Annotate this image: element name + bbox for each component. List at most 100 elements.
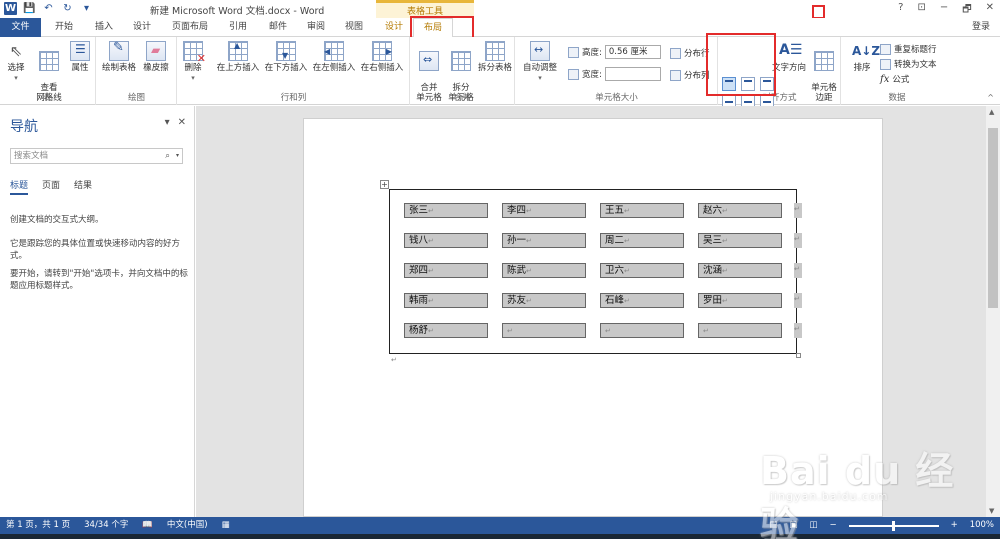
cell-end-mark: ↵ <box>507 327 513 335</box>
table-cell[interactable]: ↵ <box>698 323 782 338</box>
table-cell[interactable]: 杨舒↵ <box>404 323 488 338</box>
delete-button[interactable]: 删除▾ <box>180 41 206 83</box>
proofing-icon[interactable]: 📖 <box>142 517 153 534</box>
table-cell[interactable]: 陈武↵ <box>502 263 586 278</box>
group-data: A↓Z 排序 重复标题行 转换为文本 fx 公式 数据 <box>842 37 952 105</box>
nav-tab-pages[interactable]: 页面 <box>42 178 60 195</box>
distribute-rows-icon <box>670 47 681 59</box>
scroll-down-icon[interactable]: ▼ <box>989 507 994 515</box>
undo-icon[interactable]: ↶ <box>42 2 55 15</box>
insert-left-button[interactable]: 在左侧插入 <box>310 41 358 73</box>
column-width-icon <box>568 68 579 80</box>
word-logo-icon[interactable]: W <box>4 2 17 15</box>
tab-home[interactable]: 开始 <box>46 18 82 37</box>
chevron-down-icon: ▾ <box>191 74 195 82</box>
table-cell[interactable]: 韩雨↵ <box>404 293 488 308</box>
table-cell[interactable]: 张三↵ <box>404 203 488 218</box>
insert-above-button[interactable]: 在上方插入 <box>214 41 262 73</box>
table-resize-handle[interactable] <box>796 353 801 358</box>
macro-icon[interactable]: ▦ <box>222 517 230 534</box>
convert-to-text-button[interactable]: 转换为文本 <box>880 58 937 70</box>
nav-tab-results[interactable]: 结果 <box>74 178 92 195</box>
table-cell[interactable]: 沈涵↵ <box>698 263 782 278</box>
tab-file[interactable]: 文件 <box>0 18 41 37</box>
tab-table-layout[interactable]: 布局 <box>413 18 453 38</box>
table-move-handle-icon[interactable]: + <box>380 180 389 189</box>
cursor-arrow-icon: ⇖ <box>9 42 23 60</box>
properties-button[interactable]: 属性 <box>68 41 92 73</box>
nav-search-input[interactable]: 搜索文档 ⌕ ▾ <box>10 148 183 164</box>
tab-mailings[interactable]: 邮件 <box>260 18 296 37</box>
align-top-left-button[interactable] <box>722 77 736 91</box>
draw-table-button[interactable]: 绘制表格 <box>101 41 137 73</box>
repeat-header-rows-button[interactable]: 重复标题行 <box>880 43 937 55</box>
group-merge: 合并 单元格 拆分 单元格 拆分表格 合并 <box>411 37 515 105</box>
table-cell[interactable]: 李四↵ <box>502 203 586 218</box>
customize-qat-icon[interactable]: ▾ <box>80 2 93 15</box>
align-top-right-button[interactable] <box>760 77 774 91</box>
distribute-rows-button[interactable]: 分布行 <box>670 47 710 59</box>
row-end-mark: ↵ <box>794 293 802 308</box>
eraser-button[interactable]: 橡皮擦 <box>139 41 173 73</box>
nav-close-icon[interactable]: ✕ <box>178 117 186 128</box>
table-cell[interactable]: 吴三↵ <box>698 233 782 248</box>
redo-icon[interactable]: ↻ <box>61 2 74 15</box>
align-top-center-button[interactable] <box>741 77 755 91</box>
nav-controls: ▾ ✕ <box>165 117 186 128</box>
word-count[interactable]: 34/34 个字 <box>84 517 128 534</box>
width-input[interactable] <box>604 67 661 81</box>
tab-view[interactable]: 视图 <box>336 18 372 37</box>
vertical-scrollbar[interactable]: ▲ ▼ <box>986 106 1000 517</box>
nav-options-icon[interactable]: ▾ <box>165 117 170 128</box>
tab-table-design[interactable]: 设计 <box>376 18 412 37</box>
group-cell-size: 自动调整▾ 高度: 0.56 厘米 宽度: 分布行 分布列 单元格大小 <box>516 37 718 105</box>
cell-end-mark: ↵ <box>526 237 532 245</box>
language[interactable]: 中文(中国) <box>167 517 208 534</box>
login-link[interactable]: 登录 <box>972 18 990 37</box>
tab-page-layout[interactable]: 页面布局 <box>164 18 216 37</box>
chevron-down-icon[interactable]: ▾ <box>176 149 179 163</box>
distribute-columns-button[interactable]: 分布列 <box>670 69 710 81</box>
close-button[interactable]: ✕ <box>986 2 994 19</box>
table-cell[interactable]: 王五↵ <box>600 203 684 218</box>
table-cell[interactable]: 苏友↵ <box>502 293 586 308</box>
table-tools-context-label: 表格工具 <box>376 0 474 18</box>
tab-design[interactable]: 设计 <box>124 18 160 37</box>
formula-button[interactable]: fx 公式 <box>880 73 909 86</box>
collapse-ribbon-icon[interactable]: ^ <box>987 93 994 102</box>
nav-tab-headings[interactable]: 标题 <box>10 178 29 195</box>
scroll-thumb[interactable] <box>988 128 998 308</box>
sort-button[interactable]: A↓Z 排序 <box>848 41 880 73</box>
scroll-up-icon[interactable]: ▲ <box>989 108 994 116</box>
height-input[interactable]: 0.56 厘米 <box>604 45 661 59</box>
table-cell[interactable]: 卫六↵ <box>600 263 684 278</box>
ribbon-display-icon[interactable]: ⊡ <box>917 2 925 19</box>
table-cell[interactable]: 郑四↵ <box>404 263 488 278</box>
autofit-button[interactable]: 自动调整▾ <box>518 41 562 83</box>
cell-end-mark: ↵ <box>722 267 728 275</box>
tab-insert[interactable]: 插入 <box>86 18 122 37</box>
tab-review[interactable]: 审阅 <box>298 18 334 37</box>
cell-text: 沈涵 <box>703 265 723 276</box>
table-cell[interactable]: 赵六↵ <box>698 203 782 218</box>
insert-below-button[interactable]: 在下方插入 <box>262 41 310 73</box>
text-direction-button[interactable]: A☰ 文字方向 <box>771 41 807 73</box>
table-cell[interactable]: ↵ <box>502 323 586 338</box>
table-cell[interactable]: 石峰↵ <box>600 293 684 308</box>
page-count[interactable]: 第 1 页，共 1 页 <box>6 517 70 534</box>
tab-references[interactable]: 引用 <box>220 18 256 37</box>
save-icon[interactable]: 💾 <box>23 2 36 15</box>
table-cell[interactable]: 周二↵ <box>600 233 684 248</box>
properties-icon <box>70 41 90 61</box>
minimize-button[interactable]: − <box>940 2 948 19</box>
table-cell[interactable]: 罗田↵ <box>698 293 782 308</box>
insert-right-button[interactable]: 在右侧插入 <box>358 41 406 73</box>
search-icon[interactable]: ⌕ <box>165 149 170 163</box>
help-icon[interactable]: ? <box>898 2 903 19</box>
split-table-button[interactable]: 拆分表格 <box>475 41 515 73</box>
table-cell[interactable]: 钱八↵ <box>404 233 488 248</box>
restore-button[interactable]: 🗗 <box>962 2 971 19</box>
table-cell[interactable]: ↵ <box>600 323 684 338</box>
table-cell[interactable]: 孙一↵ <box>502 233 586 248</box>
select-button[interactable]: ⇖ 选择 ▾ <box>4 41 28 83</box>
